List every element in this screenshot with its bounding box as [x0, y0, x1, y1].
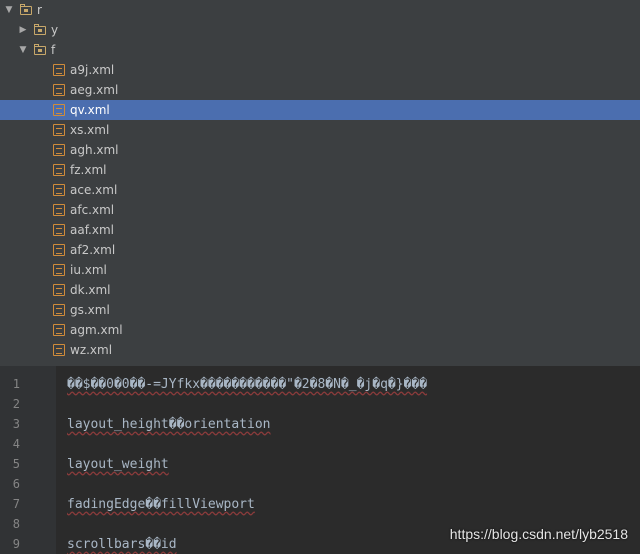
- project-tree: ▼ r ▶ y ▼ f a9j.xml aeg.xml qv.xml xs.xml agh.xml f…: [0, 0, 640, 366]
- code-text: layout_height��orientation: [67, 416, 271, 432]
- line-number: 2: [12, 397, 20, 411]
- tree-file-gs-xml[interactable]: gs.xml: [0, 300, 640, 320]
- xml-file-icon: [53, 64, 65, 76]
- code-line[interactable]: 7 fadingEdge��fillViewport: [0, 494, 640, 514]
- line-number: 1: [12, 377, 20, 391]
- tree-file-agh-xml[interactable]: agh.xml: [0, 140, 640, 160]
- xml-file-icon: [53, 344, 65, 356]
- xml-file-icon: [53, 144, 65, 156]
- tree-file-agm-xml[interactable]: agm.xml: [0, 320, 640, 340]
- tree-item-label: y: [51, 23, 59, 37]
- tree-item-label: agh.xml: [70, 143, 119, 157]
- tree-folder-r[interactable]: ▼ r: [0, 0, 640, 20]
- xml-file-icon: [53, 284, 65, 296]
- code-line[interactable]: 6: [0, 474, 640, 494]
- code-line[interactable]: 4: [0, 434, 640, 454]
- xml-file-icon: [53, 164, 65, 176]
- watermark: https://blog.csdn.net/lyb2518: [449, 526, 628, 542]
- line-number: 6: [12, 477, 20, 491]
- tree-file-a9j-xml[interactable]: a9j.xml: [0, 60, 640, 80]
- tree-item-label: ace.xml: [70, 183, 118, 197]
- tree-item-label: aeg.xml: [70, 83, 119, 97]
- tree-file-af2-xml[interactable]: af2.xml: [0, 240, 640, 260]
- line-number: 9: [12, 537, 20, 551]
- tree-file-iu-xml[interactable]: iu.xml: [0, 260, 640, 280]
- line-number: 3: [12, 417, 20, 431]
- xml-file-icon: [53, 224, 65, 236]
- tree-file-ace-xml[interactable]: ace.xml: [0, 180, 640, 200]
- tree-folder-f[interactable]: ▼ f: [0, 40, 640, 60]
- tree-item-label: aaf.xml: [70, 223, 114, 237]
- tree-item-label: f: [51, 43, 56, 57]
- xml-file-icon: [53, 104, 65, 116]
- folder-icon: [20, 3, 32, 15]
- tree-item-label: wz.xml: [70, 343, 113, 357]
- code-line[interactable]: 1 ��$��0�0��-=JYfkx�����������"�2�8�N�_�j…: [0, 374, 640, 394]
- chevron-down-icon[interactable]: ▼: [4, 5, 14, 15]
- code-line[interactable]: 5 layout_weight: [0, 454, 640, 474]
- chevron-right-icon[interactable]: ▶: [18, 25, 28, 35]
- xml-file-icon: [53, 204, 65, 216]
- folder-icon: [34, 43, 46, 55]
- xml-file-icon: [53, 184, 65, 196]
- xml-file-icon: [53, 264, 65, 276]
- tree-item-label: af2.xml: [70, 243, 116, 257]
- code-text: scrollbars��id: [67, 536, 177, 552]
- tree-item-label: qv.xml: [70, 103, 110, 117]
- code-line[interactable]: 2: [0, 394, 640, 414]
- tree-file-xs-xml[interactable]: xs.xml: [0, 120, 640, 140]
- tree-item-label: dk.xml: [70, 283, 111, 297]
- tree-file-dk-xml[interactable]: dk.xml: [0, 280, 640, 300]
- line-number: 8: [12, 517, 20, 531]
- code-text: ��$��0�0��-=JYfkx�����������"�2�8�N�_�j�…: [67, 376, 428, 392]
- tree-file-afc-xml[interactable]: afc.xml: [0, 200, 640, 220]
- xml-file-icon: [53, 84, 65, 96]
- line-number: 5: [12, 457, 20, 471]
- xml-file-icon: [53, 244, 65, 256]
- code-text: fadingEdge��fillViewport: [67, 496, 255, 512]
- tree-file-aeg-xml[interactable]: aeg.xml: [0, 80, 640, 100]
- tree-item-label: afc.xml: [70, 203, 115, 217]
- tree-file-aaf-xml[interactable]: aaf.xml: [0, 220, 640, 240]
- folder-icon: [34, 23, 46, 35]
- xml-file-icon: [53, 124, 65, 136]
- tree-item-label: a9j.xml: [70, 63, 115, 77]
- tree-item-label: xs.xml: [70, 123, 110, 137]
- tree-item-label: fz.xml: [70, 163, 107, 177]
- tree-file-qv-xml[interactable]: qv.xml: [0, 100, 640, 120]
- tree-item-label: iu.xml: [70, 263, 107, 277]
- tree-file-wz-xml[interactable]: wz.xml: [0, 340, 640, 360]
- tree-item-label: agm.xml: [70, 323, 123, 337]
- code-line[interactable]: 3 layout_height��orientation: [0, 414, 640, 434]
- line-number: 4: [12, 437, 20, 451]
- tree-item-label: r: [37, 3, 42, 17]
- chevron-down-icon[interactable]: ▼: [18, 45, 28, 55]
- line-number: 7: [12, 497, 20, 511]
- xml-file-icon: [53, 304, 65, 316]
- tree-file-fz-xml[interactable]: fz.xml: [0, 160, 640, 180]
- tree-item-label: gs.xml: [70, 303, 110, 317]
- code-text: layout_weight: [67, 456, 169, 472]
- xml-file-icon: [53, 324, 65, 336]
- tree-folder-y[interactable]: ▶ y: [0, 20, 640, 40]
